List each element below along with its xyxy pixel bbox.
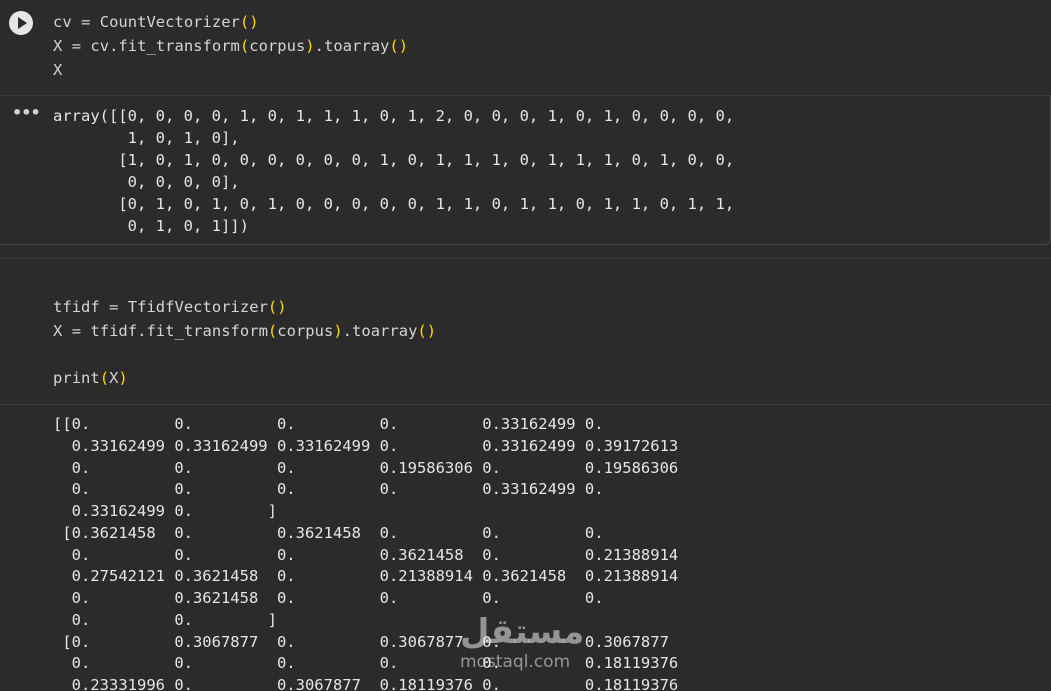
- output-line: 0, 0, 0, 0],: [53, 173, 240, 191]
- code-line-1: tfidf = TfidfVectorizer(): [53, 298, 287, 316]
- output-line: [1, 0, 1, 0, 0, 0, 0, 0, 0, 1, 0, 1, 1, …: [53, 151, 735, 169]
- output-line: 0. 0. ]: [53, 611, 277, 629]
- watermark: مستقل mostaql.com: [460, 612, 600, 682]
- output-menu-icon[interactable]: •••: [12, 105, 41, 121]
- output-line: 0. 0. 0. 0. 0.33162499 0.: [53, 480, 604, 498]
- code-cell-countvectorizer[interactable]: cv = CountVectorizer() X = cv.fit_transf…: [0, 0, 1051, 95]
- output-line: [[0. 0. 0. 0. 0.33162499 0.: [53, 415, 604, 433]
- watermark-domain: mostaql.com: [460, 652, 571, 672]
- watermark-logo: مستقل: [460, 612, 585, 652]
- output-line: 0. 0. 0. 0.3621458 0. 0.21388914: [53, 546, 679, 564]
- code-cell-tfidf[interactable]: tfidf = TfidfVectorizer() X = tfidf.fit_…: [0, 258, 1051, 405]
- output-line: 1, 0, 1, 0],: [53, 129, 240, 147]
- code-line-1: cv = CountVectorizer(): [53, 13, 259, 31]
- output-line: 0, 1, 0, 1]]): [53, 217, 249, 235]
- code-line-4: print(X): [53, 369, 128, 387]
- output-line: array([[0, 0, 0, 0, 1, 0, 1, 1, 1, 0, 1,…: [53, 107, 735, 125]
- code-line-3: X: [53, 61, 63, 79]
- output-line: 0.33162499 0.33162499 0.33162499 0. 0.33…: [53, 437, 679, 455]
- run-cell-button[interactable]: [9, 11, 33, 35]
- code-line-2: X = cv.fit_transform(corpus).toarray(): [53, 37, 409, 55]
- code-line-2: X = tfidf.fit_transform(corpus).toarray(…: [53, 322, 437, 340]
- output-line: [0, 1, 0, 1, 0, 1, 0, 0, 0, 0, 0, 1, 1, …: [53, 195, 735, 213]
- output-line: 0.33162499 0. ]: [53, 502, 277, 520]
- output-line: 0.27542121 0.3621458 0. 0.21388914 0.362…: [53, 567, 679, 585]
- output-line: [0.3621458 0. 0.3621458 0. 0. 0.: [53, 524, 604, 542]
- notebook-page: cv = CountVectorizer() X = cv.fit_transf…: [0, 0, 1051, 691]
- output-line: 0. 0.3621458 0. 0. 0. 0.: [53, 589, 604, 607]
- output-cell-countvectorizer: ••• array([[0, 0, 0, 0, 1, 0, 1, 1, 1, 0…: [0, 95, 1051, 245]
- output-line: 0. 0. 0. 0.19586306 0. 0.19586306: [53, 459, 679, 477]
